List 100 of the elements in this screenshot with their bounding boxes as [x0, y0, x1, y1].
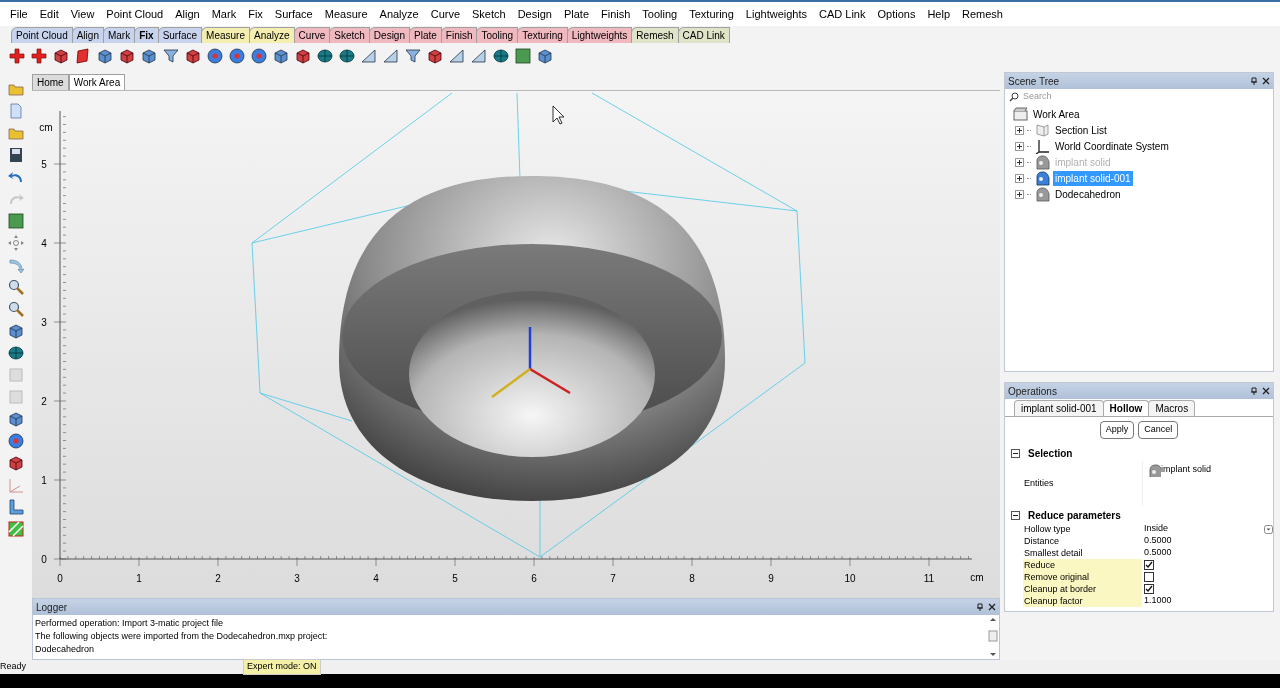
funnel-icon[interactable]	[404, 47, 422, 65]
ribbon-tab[interactable]: Fix	[134, 27, 159, 43]
disk-icon[interactable]	[316, 47, 334, 65]
sphere-icon[interactable]	[206, 47, 224, 65]
floppy-icon[interactable]	[7, 146, 25, 164]
checkbox[interactable]	[1144, 572, 1154, 582]
menu-item[interactable]: Texturing	[683, 5, 740, 23]
menu-item[interactable]: Align	[169, 5, 206, 23]
close-icon[interactable]	[988, 603, 996, 611]
ribbon-tab[interactable]: Measure	[201, 27, 250, 43]
cube-icon[interactable]	[96, 47, 114, 65]
search-field[interactable]: Search	[1023, 91, 1269, 103]
ribbon-tab[interactable]: Align	[71, 27, 104, 43]
sheet-icon[interactable]	[74, 47, 92, 65]
menu-item[interactable]: CAD Link	[813, 5, 872, 23]
ribbon-tab[interactable]: Plate	[409, 27, 442, 43]
pin-icon[interactable]	[976, 603, 984, 611]
cross-icon[interactable]	[30, 47, 48, 65]
sphere-icon[interactable]	[228, 47, 246, 65]
cube-icon[interactable]	[140, 47, 158, 65]
cross-icon[interactable]	[8, 47, 26, 65]
expand-toggle[interactable]	[1015, 173, 1024, 183]
ribbon-tab[interactable]: Design	[368, 27, 410, 43]
ribbon-tab[interactable]: Mark	[102, 27, 136, 43]
operation-tab[interactable]: implant solid-001	[1014, 400, 1104, 416]
menu-item[interactable]: Plate	[557, 5, 595, 23]
scrollbar[interactable]	[987, 615, 999, 659]
ribbon-tab[interactable]: Analyze	[249, 27, 295, 43]
magnifier-icon[interactable]	[7, 278, 25, 296]
tree-item[interactable]: Work Area	[1033, 106, 1080, 122]
cube-icon[interactable]	[7, 454, 25, 472]
ribbon-tab[interactable]: Lightweights	[566, 27, 633, 43]
cube-icon[interactable]	[7, 410, 25, 428]
view-tab[interactable]: Work Area	[68, 74, 126, 90]
tree-item[interactable]: World Coordinate System	[1053, 138, 1171, 154]
close-icon[interactable]	[1262, 77, 1270, 85]
pin-icon[interactable]	[1250, 77, 1258, 85]
disk-icon[interactable]	[492, 47, 510, 65]
menu-item[interactable]: Tooling	[636, 5, 684, 23]
operation-button[interactable]: Apply	[1099, 421, 1135, 439]
sphere-icon[interactable]	[7, 432, 25, 450]
collapse-toggle[interactable]	[1011, 448, 1020, 458]
hatched-square-icon[interactable]	[7, 520, 25, 538]
ribbon-tab[interactable]: Finish	[440, 27, 478, 43]
menu-item[interactable]: File	[4, 5, 34, 23]
menu-item[interactable]: Design	[511, 5, 558, 23]
ribbon-tab[interactable]: Curve	[293, 27, 331, 43]
ribbon-tab[interactable]: Texturing	[517, 27, 568, 43]
operation-tab[interactable]: Macros	[1148, 400, 1196, 416]
ribbon-tab[interactable]: Tooling	[476, 27, 519, 43]
checkbox[interactable]	[1144, 560, 1154, 570]
magnifier-icon[interactable]	[7, 300, 25, 318]
ribbon-tab[interactable]: Sketch	[329, 27, 370, 43]
cube-icon[interactable]	[7, 322, 25, 340]
menu-item[interactable]: Lightweights	[739, 5, 813, 23]
plane-icon[interactable]	[448, 47, 466, 65]
dropdown-icon[interactable]	[1264, 524, 1273, 534]
cube-icon[interactable]	[52, 47, 70, 65]
box-icon[interactable]	[514, 47, 532, 65]
menu-item[interactable]: Fix	[242, 5, 269, 23]
menu-item[interactable]: Sketch	[466, 5, 512, 23]
close-icon[interactable]	[1262, 387, 1270, 395]
ribbon-tab[interactable]: Surface	[157, 27, 203, 43]
menu-item[interactable]: Help	[921, 5, 956, 23]
ribbon-tab[interactable]: Remesh	[631, 27, 679, 43]
expand-toggle[interactable]	[1015, 189, 1024, 199]
checkbox[interactable]	[1144, 584, 1154, 594]
disk-icon[interactable]	[338, 47, 356, 65]
ruler-icon[interactable]	[7, 498, 25, 516]
menu-item[interactable]: Surface	[268, 5, 319, 23]
cube-icon[interactable]	[184, 47, 202, 65]
cube-icon[interactable]	[272, 47, 290, 65]
funnel-icon[interactable]	[162, 47, 180, 65]
expand-toggle[interactable]	[1015, 125, 1024, 135]
menu-item[interactable]: Edit	[33, 5, 65, 23]
collapse-toggle[interactable]	[1011, 510, 1020, 520]
box-icon[interactable]	[7, 212, 25, 230]
menu-item[interactable]: View	[64, 5, 101, 23]
tree-item[interactable]: Section List	[1053, 122, 1109, 138]
menu-item[interactable]: Finish	[595, 5, 637, 23]
move-icon[interactable]	[7, 234, 25, 252]
menu-item[interactable]: Point Cloud	[100, 5, 170, 23]
menu-item[interactable]: Mark	[205, 5, 243, 23]
menu-item[interactable]: Measure	[318, 5, 374, 23]
plane-icon[interactable]	[360, 47, 378, 65]
plane-icon[interactable]	[382, 47, 400, 65]
ribbon-tab[interactable]: Point Cloud	[11, 27, 73, 43]
menu-item[interactable]: Curve	[424, 5, 467, 23]
menu-item[interactable]: Options	[871, 5, 922, 23]
expand-toggle[interactable]	[1015, 141, 1024, 151]
cube-icon[interactable]	[426, 47, 444, 65]
tree-item[interactable]: Dodecahedron	[1053, 186, 1123, 202]
cube-icon[interactable]	[294, 47, 312, 65]
cube-icon[interactable]	[118, 47, 136, 65]
sphere-icon[interactable]	[250, 47, 268, 65]
plane-icon[interactable]	[470, 47, 488, 65]
view-tab[interactable]: Home	[32, 74, 69, 90]
disk-icon[interactable]	[7, 344, 25, 362]
pin-icon[interactable]	[1250, 387, 1258, 395]
ribbon-tab[interactable]: CAD Link	[677, 27, 730, 43]
